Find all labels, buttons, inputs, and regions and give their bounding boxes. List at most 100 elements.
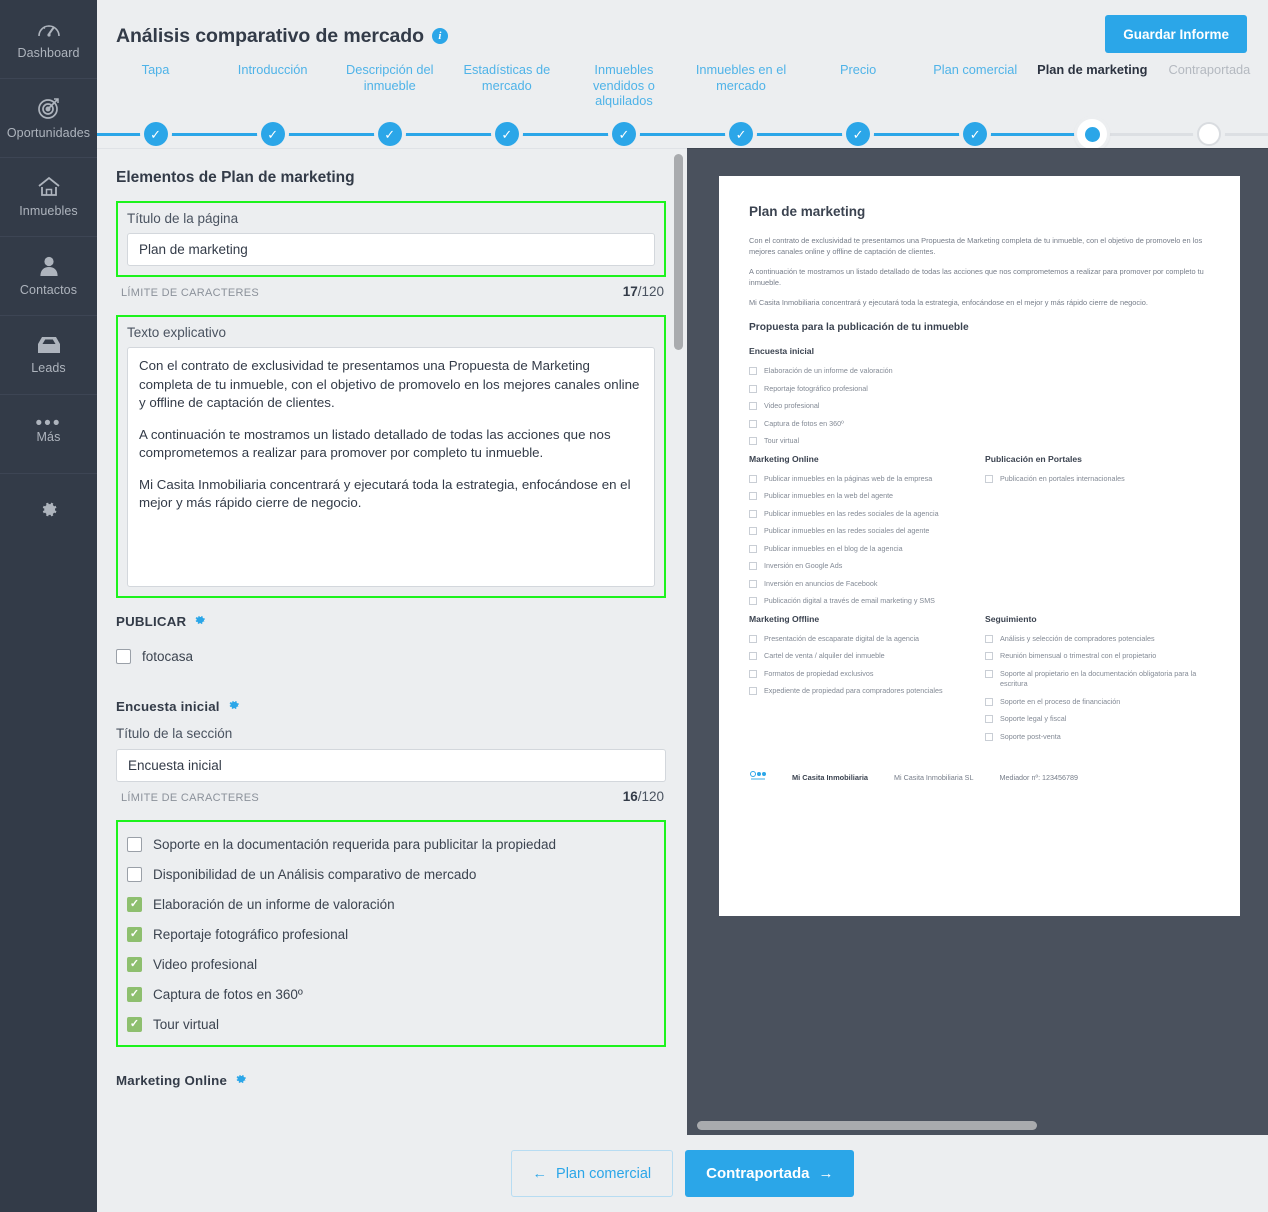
checkbox-row[interactable]: Soporte en la documentación requerida pa… bbox=[127, 829, 655, 859]
checkbox-row[interactable]: Disponibilidad de un Análisis comparativ… bbox=[127, 859, 655, 889]
checkbox-unchecked-icon[interactable] bbox=[127, 866, 142, 882]
stepper-dot-wrap-6: ✓ bbox=[800, 117, 917, 151]
encuesta-title-input[interactable] bbox=[116, 749, 666, 782]
stepper-dot-2[interactable]: ✓ bbox=[377, 122, 402, 146]
stepper-dot-0[interactable]: ✓ bbox=[143, 122, 168, 146]
preview-scrollbar-thumb[interactable] bbox=[697, 1121, 1037, 1130]
checkbox-unchecked-icon bbox=[985, 634, 993, 643]
checkbox-checked-icon[interactable] bbox=[127, 1016, 142, 1032]
preview-checkbox-label: Publicar inmuebles en las redes sociales… bbox=[764, 508, 939, 518]
checkbox-checked-icon[interactable] bbox=[127, 986, 142, 1002]
sidebar-item-contactos[interactable]: Contactos bbox=[0, 237, 97, 316]
stepper-label-6[interactable]: Precio bbox=[800, 62, 917, 112]
stepper-dot-6[interactable]: ✓ bbox=[846, 122, 871, 146]
limit-count: 17 bbox=[622, 284, 638, 299]
sidebar-item-dashboard[interactable]: Dashboard bbox=[0, 0, 97, 79]
content-body: Elementos de Plan de marketing Título de… bbox=[97, 148, 1268, 1135]
check-icon: ✓ bbox=[735, 126, 747, 142]
stepper-dot-wrap-9 bbox=[1151, 117, 1268, 151]
checkbox-label: Tour virtual bbox=[153, 1016, 220, 1032]
gear-icon[interactable] bbox=[193, 614, 206, 629]
preview-group-marketing-online: Marketing Online Publicar inmuebles en la… bbox=[749, 454, 983, 614]
sidebar-item-leads[interactable]: Leads bbox=[0, 316, 97, 395]
checkbox-row[interactable]: Video profesional bbox=[127, 949, 655, 979]
checkbox-row[interactable]: Reportaje fotográfico profesional bbox=[127, 919, 655, 949]
stepper-dot-wrap-3: ✓ bbox=[448, 117, 565, 151]
checkbox-unchecked-icon bbox=[749, 687, 757, 695]
explain-field-group: Texto explicativo Con el contrato de exc… bbox=[116, 315, 666, 598]
checkbox-checked-icon[interactable] bbox=[127, 956, 142, 972]
save-report-button[interactable]: Guardar Informe bbox=[1105, 15, 1247, 53]
preview-footer-company: Mi Casita Inmobiliaria SL bbox=[893, 773, 974, 782]
sidebar-item-inmuebles[interactable]: Inmuebles bbox=[0, 158, 97, 237]
explain-textarea[interactable]: Con el contrato de exclusividad te prese… bbox=[127, 347, 655, 587]
stepper-dot-wrap-8 bbox=[1034, 117, 1151, 151]
preview-subtitle: Propuesta para la publicación de tu inmu… bbox=[749, 322, 969, 333]
stepper-label-5[interactable]: Inmuebles en el mercado bbox=[682, 62, 799, 112]
stepper-label-4[interactable]: Inmuebles vendidos o alquilados bbox=[565, 62, 682, 112]
stepper-dot-5[interactable]: ✓ bbox=[729, 122, 754, 146]
encuesta-group-header: Encuesta inicial bbox=[116, 699, 666, 714]
preview-checkbox-label: Publicar inmuebles en la páginas web de … bbox=[764, 473, 933, 483]
stepper-dot-wrap-7: ✓ bbox=[917, 117, 1034, 151]
next-step-button[interactable]: Contraportada → bbox=[685, 1150, 855, 1197]
page-title-input[interactable] bbox=[127, 233, 655, 266]
arrow-left-icon: ← bbox=[532, 1165, 548, 1182]
preview-checkbox-row: Video profesional bbox=[749, 401, 1210, 412]
checkbox-row[interactable]: Captura de fotos en 360º bbox=[127, 979, 655, 1009]
check-icon: ✓ bbox=[852, 126, 864, 142]
encuesta-title: Encuesta inicial bbox=[116, 699, 220, 714]
checkbox-label: Captura de fotos en 360º bbox=[153, 986, 303, 1002]
info-icon[interactable]: i bbox=[431, 28, 448, 44]
sidebar-item-label: Dashboard bbox=[17, 46, 80, 60]
sidebar-settings-button[interactable] bbox=[0, 474, 97, 544]
check-icon: ✓ bbox=[969, 126, 981, 142]
form-scrollbar[interactable] bbox=[674, 154, 683, 1124]
preview-checkbox-row: Soporte legal y fiscal bbox=[985, 714, 1219, 725]
page-title-field-group: Título de la página bbox=[116, 201, 666, 277]
preview-checkbox-row: Reunión bimensual o trimestral con el pr… bbox=[985, 651, 1219, 662]
stepper-dot-1[interactable]: ✓ bbox=[260, 122, 285, 146]
sidebar-item-oportunidades[interactable]: Oportunidades bbox=[0, 79, 97, 158]
preview-row-offline: Marketing Offline Presentación de escapar… bbox=[749, 614, 1210, 750]
checkbox-row[interactable]: Elaboración de un informe de valoración bbox=[127, 889, 655, 919]
preview-scrollbar[interactable] bbox=[697, 1121, 1268, 1130]
stepper-dot-8[interactable] bbox=[1077, 119, 1108, 149]
checkbox-row[interactable]: Tour virtual bbox=[127, 1009, 655, 1039]
page-title: Análisis comparativo de mercado bbox=[116, 24, 424, 47]
stepper-label-9[interactable]: Contraportada bbox=[1151, 62, 1268, 112]
stepper-label-2[interactable]: Descripción del inmueble bbox=[331, 62, 448, 112]
stepper-label-0[interactable]: Tapa bbox=[97, 62, 214, 112]
checkbox-label: Disponibilidad de un Análisis comparativ… bbox=[153, 866, 477, 882]
preview-checkbox-label: Cartel de venta / alquiler del inmueble bbox=[764, 651, 885, 660]
previous-step-button[interactable]: ← Plan comercial bbox=[510, 1150, 674, 1197]
preview-checkbox-label: Tour virtual bbox=[764, 436, 800, 445]
form-scrollbar-thumb[interactable] bbox=[674, 154, 683, 350]
sidebar-item-mas[interactable]: ••• Más bbox=[0, 395, 97, 474]
stepper-dot-4[interactable]: ✓ bbox=[611, 122, 636, 146]
stepper-dot-3[interactable]: ✓ bbox=[494, 122, 519, 146]
stepper-label-3[interactable]: Estadísticas de mercado bbox=[448, 62, 565, 112]
stepper-dot-wrap-4: ✓ bbox=[565, 117, 682, 151]
preview-checkbox-label: Soporte post-venta bbox=[1000, 731, 1061, 741]
checkbox-unchecked-icon[interactable] bbox=[116, 648, 131, 664]
preview-footer-brand: Mi Casita Inmobiliaria bbox=[792, 773, 868, 782]
stepper-dot-7[interactable]: ✓ bbox=[963, 122, 988, 146]
gear-icon[interactable] bbox=[234, 1073, 247, 1088]
preview-checkbox-row: Publicar inmuebles en las redes sociales… bbox=[749, 526, 983, 537]
checkbox-checked-icon[interactable] bbox=[127, 926, 142, 942]
checkbox-checked-icon[interactable] bbox=[127, 896, 142, 912]
preview-checkbox-label: Publicación en portales internacionales bbox=[1000, 473, 1125, 483]
preview-group-title: Seguimiento bbox=[985, 613, 1037, 624]
checkbox-row[interactable]: fotocasa bbox=[116, 641, 666, 671]
preview-checkbox-label: Análisis y selección de compradores pote… bbox=[1000, 633, 1155, 643]
stepper-dot-9[interactable] bbox=[1197, 122, 1222, 146]
stepper-label-1[interactable]: Introducción bbox=[214, 62, 331, 112]
preview-checkbox-row: Inversión en anuncios de Facebook bbox=[749, 579, 983, 590]
check-icon: ✓ bbox=[501, 126, 513, 142]
checkbox-unchecked-icon[interactable] bbox=[127, 836, 142, 852]
stepper-label-7[interactable]: Plan comercial bbox=[917, 62, 1034, 112]
stepper-label-8[interactable]: Plan de marketing bbox=[1034, 62, 1151, 112]
gear-icon[interactable] bbox=[227, 699, 240, 714]
checkbox-label: Elaboración de un informe de valoración bbox=[153, 896, 395, 912]
